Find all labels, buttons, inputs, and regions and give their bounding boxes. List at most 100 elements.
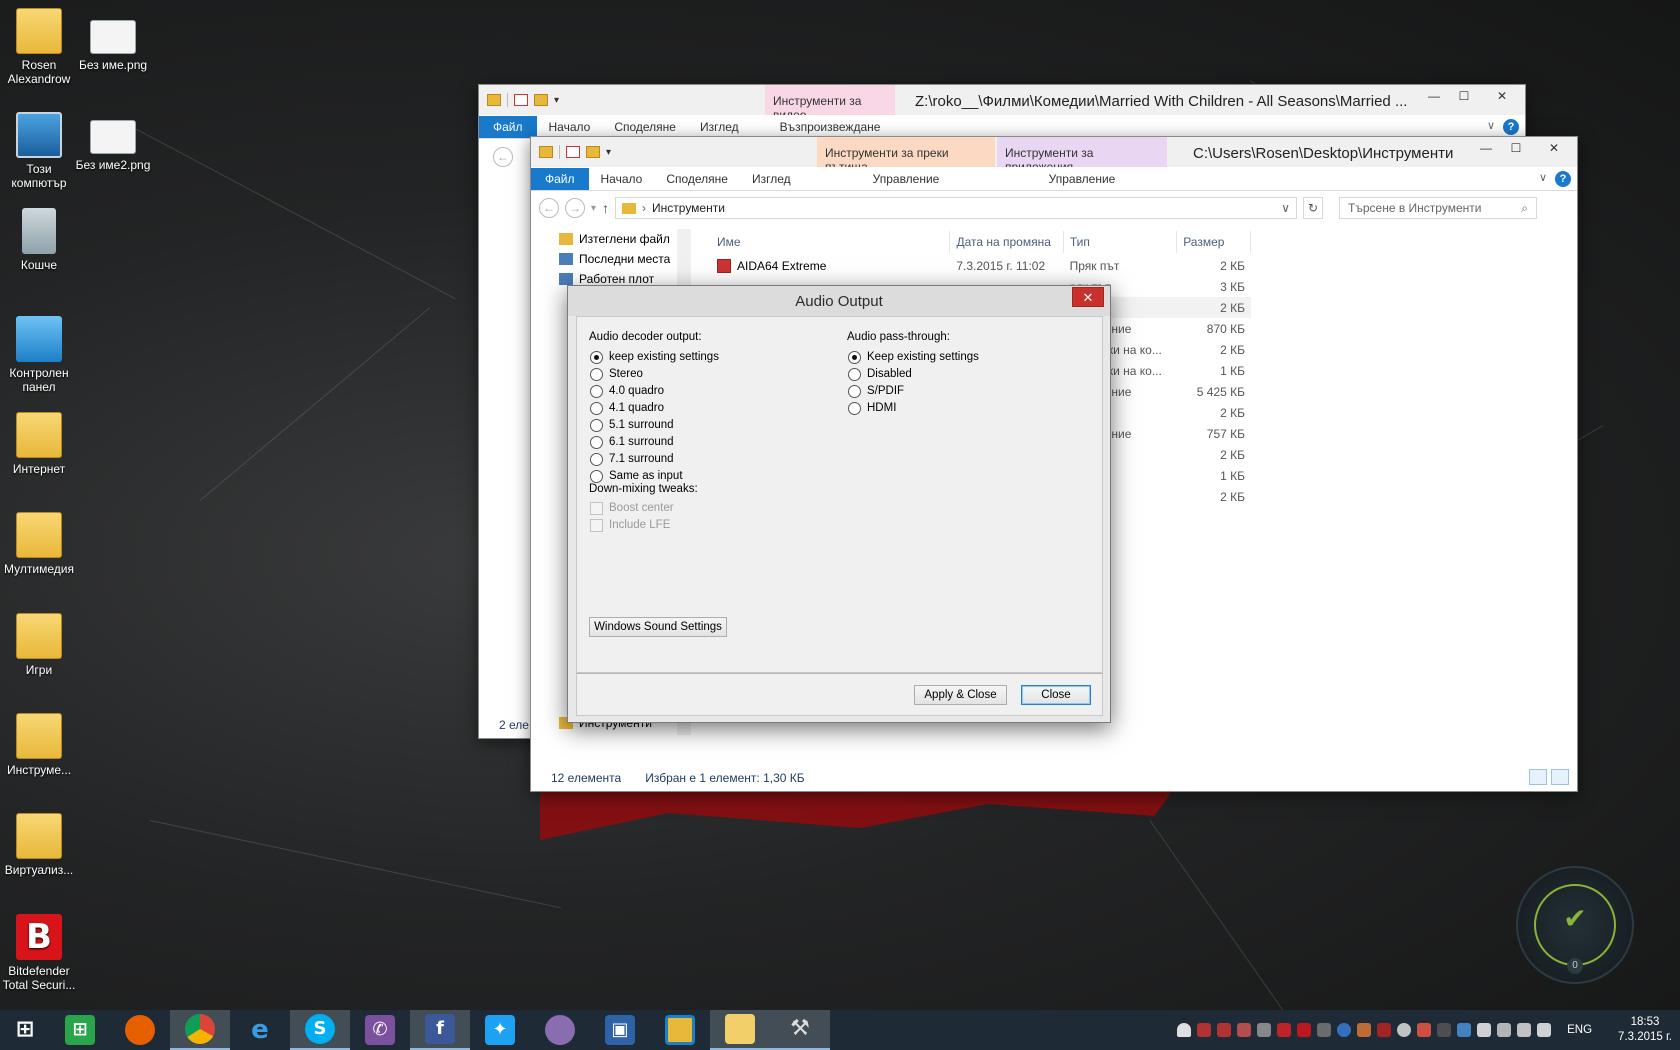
minimize-button[interactable]: — — [1419, 85, 1449, 107]
tab-manage-shortcut[interactable]: Управление — [817, 168, 995, 190]
close-icon[interactable]: ✕ — [1072, 287, 1104, 307]
context-tab-video-tools[interactable]: Инструменти за видео — [765, 85, 895, 122]
tab-view[interactable]: Изглед — [688, 116, 751, 138]
checkbox[interactable] — [590, 501, 603, 515]
app-tray-icon[interactable] — [1257, 1023, 1272, 1037]
desktop-icon-tools[interactable]: Инструме... — [0, 713, 78, 777]
app-tray-icon[interactable] — [1357, 1023, 1372, 1037]
maximize-button[interactable]: ☐ — [1449, 85, 1479, 107]
nav-item-recent[interactable]: Последни места — [551, 249, 691, 269]
desktop-icon-games[interactable]: Игри — [0, 613, 78, 677]
volume-mute-icon[interactable] — [1217, 1023, 1232, 1037]
bitdefender-widget[interactable]: ✔ 0 — [1516, 866, 1634, 984]
start-button[interactable]: ⊞ — [0, 1010, 50, 1050]
app-tray-icon[interactable] — [1417, 1023, 1432, 1037]
app-tray-icon[interactable] — [1457, 1023, 1472, 1037]
security-alert-icon[interactable] — [1197, 1023, 1212, 1037]
chevron-down-icon[interactable]: ▾ — [591, 203, 596, 214]
desktop-icon-png1[interactable]: Без име.png — [74, 20, 152, 72]
taskbar-file-explorer[interactable] — [710, 1010, 770, 1050]
downmix-checkbox-1[interactable]: Include LFE — [590, 517, 670, 533]
help-icon[interactable]: ? — [1555, 171, 1571, 187]
notification-bell-icon[interactable] — [1177, 1023, 1192, 1037]
app-tray-icon[interactable] — [1377, 1023, 1392, 1037]
maximize-button[interactable]: ☐ — [1501, 137, 1531, 159]
dialog-title-bar[interactable]: Audio Output ✕ — [568, 286, 1110, 316]
chevron-down-icon[interactable]: ▾ — [554, 95, 559, 106]
forward-arrow-icon[interactable]: → — [565, 198, 585, 218]
taskbar-twitter[interactable]: ✦ — [470, 1010, 530, 1050]
decoder-radio-0[interactable]: keep existing settings — [590, 349, 719, 365]
taskbar-viber[interactable]: ✆ — [350, 1010, 410, 1050]
details-view-icon[interactable] — [1529, 769, 1547, 785]
passthrough-radio-3[interactable]: HDMI — [848, 400, 896, 416]
radio-button[interactable] — [590, 435, 603, 449]
close-button[interactable]: ✕ — [1531, 137, 1577, 159]
battery-icon[interactable] — [1517, 1023, 1532, 1037]
radio-button[interactable] — [848, 384, 861, 398]
radio-button[interactable] — [848, 350, 861, 364]
radio-button[interactable] — [590, 367, 603, 381]
desktop-icon-virtualization[interactable]: Виртуализ... — [0, 813, 78, 877]
properties-icon[interactable] — [514, 94, 528, 106]
taskbar-pidgin[interactable] — [530, 1010, 590, 1050]
tab-view[interactable]: Изглед — [740, 168, 803, 190]
tab-home[interactable]: Начало — [537, 116, 603, 138]
column-date[interactable]: Дата на промяна — [950, 231, 1064, 253]
column-name[interactable]: Име — [711, 231, 951, 253]
taskbar-outlook[interactable] — [650, 1010, 710, 1050]
close-button[interactable]: Close — [1021, 685, 1091, 705]
passthrough-radio-1[interactable]: Disabled — [848, 366, 912, 382]
downmix-checkbox-0[interactable]: Boost center — [590, 500, 674, 516]
chevron-down-icon[interactable]: ∨ — [1539, 171, 1547, 184]
taskbar-facebook[interactable]: f — [410, 1010, 470, 1050]
apply-close-button[interactable]: Apply & Close — [914, 685, 1007, 705]
radio-button[interactable] — [590, 401, 603, 415]
taskbar-firefox[interactable] — [110, 1010, 170, 1050]
title-bar[interactable]: ▾ Инструменти за видео Z:\roko__\Филми\К… — [479, 85, 1525, 122]
taskbar-skype[interactable]: S — [290, 1010, 350, 1050]
decoder-radio-1[interactable]: Stereo — [590, 366, 643, 382]
clock[interactable]: 18:53 7.3.2015 г. — [1608, 1015, 1672, 1045]
back-arrow-icon[interactable]: ← — [539, 198, 559, 218]
context-tab-shortcut-tools[interactable]: Инструменти за преки пътища — [817, 137, 995, 174]
tab-file[interactable]: Файл — [479, 116, 537, 138]
tab-file[interactable]: Файл — [531, 168, 589, 190]
decoder-radio-3[interactable]: 4.1 quadro — [590, 400, 664, 416]
radio-button[interactable] — [590, 469, 603, 483]
large-icons-view-icon[interactable] — [1551, 769, 1569, 785]
properties-icon[interactable] — [566, 146, 580, 158]
desktop-icon-recycle-bin[interactable]: Кошче — [0, 208, 78, 272]
chevron-down-icon[interactable]: ∨ — [1281, 201, 1290, 215]
desktop-icon-control-panel[interactable]: Контролен панел — [0, 316, 78, 394]
steam-icon[interactable] — [1437, 1023, 1452, 1037]
minimize-button[interactable]: — — [1471, 137, 1501, 159]
taskbar-tools[interactable]: ⚒ — [770, 1010, 830, 1050]
radio-button[interactable] — [848, 401, 861, 415]
desktop-icon-png2[interactable]: Без име2.png — [74, 120, 152, 172]
up-arrow-icon[interactable]: ↑ — [602, 200, 609, 216]
desktop-icon-rosen[interactable]: Rosen Alexandrow — [0, 8, 78, 86]
desktop-icon-internet[interactable]: Интернет — [0, 412, 78, 476]
tab-home[interactable]: Начало — [589, 168, 655, 190]
audio-output-dialog[interactable]: Audio Output ✕ Audio decoder output: kee… — [567, 285, 1111, 723]
app-tray-icon[interactable] — [1337, 1023, 1352, 1037]
network-icon[interactable] — [1497, 1023, 1512, 1037]
app-tray-icon[interactable] — [1317, 1023, 1332, 1037]
app-tray-icon[interactable] — [1277, 1023, 1292, 1037]
volume-icon[interactable] — [1537, 1023, 1552, 1037]
decoder-radio-2[interactable]: 4.0 quadro — [590, 383, 664, 399]
app-tray-icon[interactable] — [1237, 1023, 1252, 1037]
decoder-radio-5[interactable]: 6.1 surround — [590, 434, 674, 450]
new-folder-icon[interactable] — [586, 146, 600, 158]
tab-manage-app[interactable]: Управление — [997, 168, 1167, 190]
bitdefender-tray-icon[interactable] — [1297, 1023, 1312, 1037]
flag-icon[interactable] — [1477, 1023, 1492, 1037]
tab-share[interactable]: Споделяне — [654, 168, 740, 190]
table-row[interactable]: AIDA64 Extreme 7.3.2015 г. 11:02 Пряк път 2… — [711, 255, 1251, 276]
radio-button[interactable] — [590, 350, 603, 364]
chevron-down-icon[interactable]: ▾ — [606, 147, 611, 158]
decoder-radio-6[interactable]: 7.1 surround — [590, 451, 674, 467]
radio-button[interactable] — [590, 418, 603, 432]
windows-sound-settings-button[interactable]: Windows Sound Settings — [589, 617, 727, 637]
